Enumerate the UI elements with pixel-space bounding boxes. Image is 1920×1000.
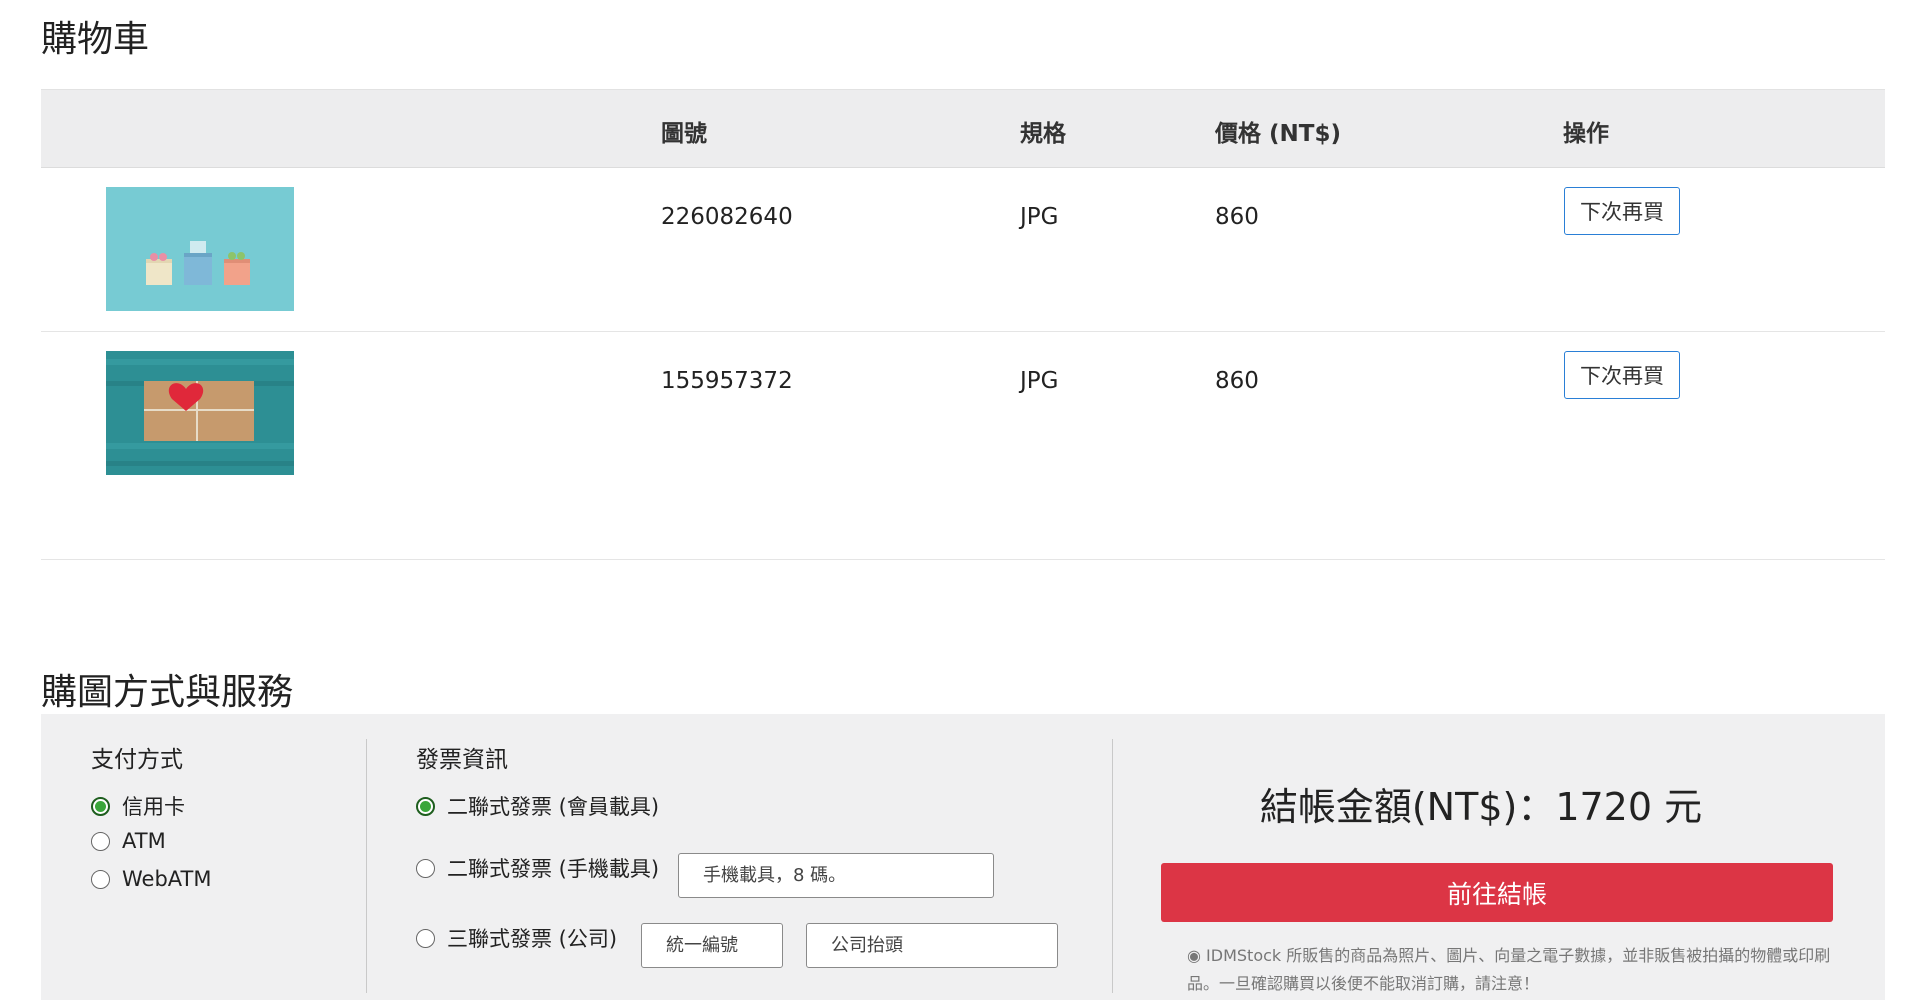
header-action: 操作	[1563, 121, 1609, 147]
payment-option-webatm[interactable]: WebATM	[91, 867, 211, 891]
cart-table-header: 圖號 規格 價格 (NT$) 操作	[41, 89, 1885, 168]
cart-table: 圖號 規格 價格 (NT$) 操作 226082640 JPG 860 下次再買	[41, 89, 1885, 560]
payment-method-group: 支付方式 信用卡 ATM WebATM	[41, 714, 366, 1000]
checkout-button[interactable]: 前往結帳	[1161, 863, 1833, 922]
checkout-total: 結帳金額(NT$)：1720 元	[1259, 785, 1703, 829]
item-price: 860	[1215, 368, 1259, 394]
payment-option-label: WebATM	[122, 867, 212, 891]
product-thumbnail[interactable]	[106, 351, 294, 475]
radio-icon[interactable]	[91, 869, 110, 889]
invoice-option-company[interactable]: 三聯式發票 (公司)	[416, 923, 617, 953]
product-thumbnail[interactable]	[106, 187, 294, 311]
item-spec: JPG	[1020, 204, 1059, 230]
payment-option-atm[interactable]: ATM	[91, 829, 166, 853]
payment-option-label: ATM	[122, 829, 166, 853]
radio-icon[interactable]	[416, 858, 435, 878]
heart-gift-image	[106, 351, 294, 475]
item-id: 155957372	[661, 368, 793, 394]
page-title: 購物車	[41, 19, 150, 60]
company-title-input[interactable]	[806, 923, 1058, 968]
invoice-option-mobile[interactable]: 二聯式發票 (手機載具)	[416, 853, 659, 883]
table-row: 155957372 JPG 860 下次再買	[41, 332, 1885, 560]
gift-boxes-image	[106, 187, 294, 311]
service-section-title: 購圖方式與服務	[41, 672, 294, 713]
radio-icon[interactable]	[416, 928, 435, 948]
item-id: 226082640	[661, 204, 793, 230]
item-spec: JPG	[1020, 368, 1059, 394]
invoice-option-member[interactable]: 二聯式發票 (會員載具)	[416, 791, 659, 821]
invoice-option-label: 三聯式發票 (公司)	[447, 927, 618, 951]
mobile-carrier-input[interactable]	[678, 853, 994, 898]
buy-later-button[interactable]: 下次再買	[1564, 187, 1680, 235]
tax-id-input[interactable]	[641, 923, 783, 968]
service-panel: 支付方式 信用卡 ATM WebATM 發票資訊 二聯式發票 (會員載具) 二聯…	[41, 714, 1885, 1000]
radio-icon[interactable]	[91, 831, 110, 851]
item-price: 860	[1215, 204, 1259, 230]
payment-option-label: 信用卡	[122, 795, 185, 819]
header-spec: 規格	[1020, 121, 1066, 147]
payment-option-credit-card[interactable]: 信用卡	[91, 791, 185, 821]
header-price: 價格 (NT$)	[1215, 121, 1341, 147]
radio-checked-icon[interactable]	[416, 796, 435, 816]
invoice-option-label: 二聯式發票 (會員載具)	[447, 795, 660, 819]
purchase-notice: ◉ IDMStock 所販售的商品為照片、圖片、向量之電子數據，並非販售被拍攝的…	[1187, 946, 1831, 993]
buy-later-button[interactable]: 下次再買	[1564, 351, 1680, 399]
table-row: 226082640 JPG 860 下次再買	[41, 168, 1885, 332]
invoice-option-label: 二聯式發票 (手機載具)	[447, 857, 660, 881]
column-divider	[366, 739, 367, 993]
radio-checked-icon[interactable]	[91, 796, 110, 816]
payment-title: 支付方式	[91, 747, 183, 773]
header-id: 圖號	[661, 121, 707, 147]
invoice-title: 發票資訊	[416, 747, 508, 773]
